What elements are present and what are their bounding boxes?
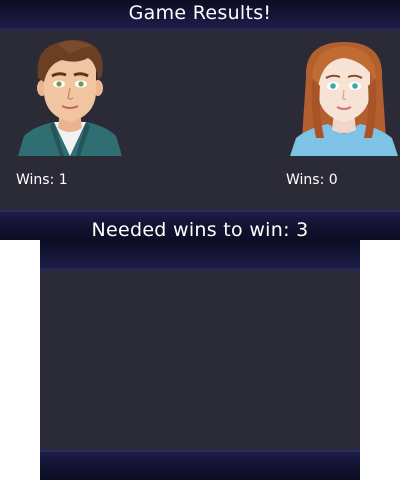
female-player-avatar-icon xyxy=(288,38,400,156)
left-player-wins: Wins: 1 xyxy=(16,172,68,188)
needed-wins-label: Needed wins to win: 3 xyxy=(91,219,309,240)
bottom-screen xyxy=(40,240,360,480)
right-player-wins: Wins: 0 xyxy=(286,172,338,188)
page-title: Game Results! xyxy=(128,2,272,24)
male-player-avatar-icon xyxy=(14,38,126,156)
bottom-header-bar xyxy=(40,240,360,270)
bottom-footer-bar xyxy=(40,450,360,480)
top-screen: Game Results! Wins: 1 Wins: 0 Needed win… xyxy=(0,0,400,240)
